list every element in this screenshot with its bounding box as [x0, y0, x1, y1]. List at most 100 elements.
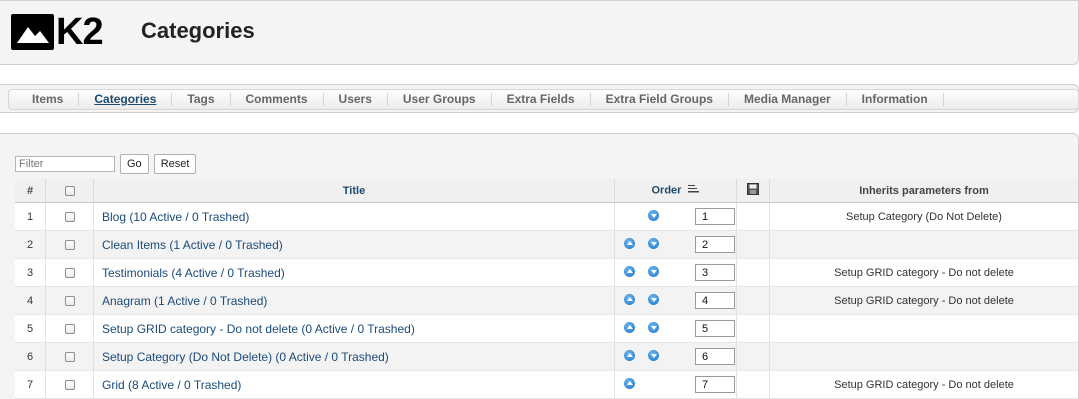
row-spacer	[737, 231, 770, 259]
row-checkbox[interactable]	[64, 239, 75, 250]
move-down-icon[interactable]	[648, 322, 659, 333]
header-save-order	[737, 179, 770, 203]
table-row: 2 Clean Items (1 Active / 0 Trashed)	[15, 231, 1078, 259]
order-input[interactable]	[695, 292, 735, 309]
tab-categories[interactable]: Categories	[79, 93, 173, 106]
row-spacer	[737, 259, 770, 287]
row-checkbox-cell	[46, 315, 94, 343]
row-title-cell: Anagram (1 Active / 0 Trashed)	[94, 287, 615, 315]
mountain-icon	[11, 14, 54, 50]
category-title-link[interactable]: Testimonials (4 Active / 0 Trashed)	[102, 266, 285, 280]
row-order-cell	[615, 203, 737, 231]
move-down-icon[interactable]	[648, 266, 659, 277]
row-checkbox[interactable]	[64, 351, 75, 362]
order-input[interactable]	[695, 376, 735, 393]
category-title-link[interactable]: Blog (10 Active / 0 Trashed)	[102, 210, 249, 224]
header-title[interactable]: Title	[94, 179, 615, 203]
tab-bar-container: Items Categories Tags Comments Users User Gro…	[0, 84, 1079, 113]
move-up-icon[interactable]	[624, 294, 635, 305]
row-order-cell	[615, 315, 737, 343]
table-row: 7 Grid (8 Active / 0 Trashed) Setup GRID c…	[15, 371, 1078, 399]
row-checkbox-cell	[46, 343, 94, 371]
filter-row: Go Reset	[15, 154, 197, 174]
tab-tags[interactable]: Tags	[172, 93, 231, 106]
row-title-cell: Grid (8 Active / 0 Trashed)	[94, 371, 615, 399]
row-number: 1	[15, 203, 46, 231]
move-up-icon[interactable]	[624, 238, 635, 249]
save-order-icon[interactable]	[747, 183, 759, 198]
move-down-icon[interactable]	[648, 294, 659, 305]
row-order-cell	[615, 371, 737, 399]
table-row: 1 Blog (10 Active / 0 Trashed) Setup Categ…	[15, 203, 1078, 231]
category-title-link[interactable]: Setup GRID category - Do not delete (0 A…	[102, 322, 415, 336]
row-checkbox-cell	[46, 231, 94, 259]
order-input[interactable]	[695, 236, 735, 253]
row-inherits: Setup GRID category - Do not delete	[770, 287, 1078, 315]
row-spacer	[737, 287, 770, 315]
move-up-icon[interactable]	[624, 378, 635, 389]
k2-logo[interactable]: K2	[11, 11, 111, 53]
order-input[interactable]	[695, 320, 735, 337]
tab-comments[interactable]: Comments	[231, 93, 324, 106]
row-title-cell: Clean Items (1 Active / 0 Trashed)	[94, 231, 615, 259]
table-row: 6 Setup Category (Do Not Delete) (0 Activ…	[15, 343, 1078, 371]
table-header-row: # Title Order Inherits parameters from	[15, 179, 1078, 203]
main-panel: Go Reset # Title Order	[0, 133, 1079, 399]
row-number: 4	[15, 287, 46, 315]
row-checkbox-cell	[46, 371, 94, 399]
select-all-checkbox[interactable]	[64, 185, 75, 196]
table-row: 5 Setup GRID category - Do not delete (0 …	[15, 315, 1078, 343]
tab-user-groups[interactable]: User Groups	[388, 93, 492, 106]
order-input[interactable]	[695, 348, 735, 365]
row-checkbox[interactable]	[64, 379, 75, 390]
row-number: 2	[15, 231, 46, 259]
row-title-cell: Blog (10 Active / 0 Trashed)	[94, 203, 615, 231]
tab-media-manager[interactable]: Media Manager	[729, 93, 847, 106]
tab-bar: Items Categories Tags Comments Users User Gro…	[8, 89, 1079, 110]
tab-items[interactable]: Items	[17, 93, 80, 106]
order-input[interactable]	[695, 264, 735, 281]
row-checkbox[interactable]	[64, 295, 75, 306]
row-inherits	[770, 315, 1078, 343]
row-checkbox[interactable]	[64, 211, 75, 222]
header-num: #	[15, 179, 46, 203]
row-checkbox[interactable]	[64, 267, 75, 278]
row-inherits: Setup Category (Do Not Delete)	[770, 203, 1078, 231]
category-title-link[interactable]: Grid (8 Active / 0 Trashed)	[102, 378, 241, 392]
row-inherits: Setup GRID category - Do not delete	[770, 259, 1078, 287]
header: K2 Categories	[0, 0, 1079, 65]
row-checkbox-cell	[46, 203, 94, 231]
tab-extra-fields[interactable]: Extra Fields	[492, 93, 591, 106]
header-order[interactable]: Order	[615, 179, 737, 203]
move-up-icon[interactable]	[624, 322, 635, 333]
row-title-cell: Testimonials (4 Active / 0 Trashed)	[94, 259, 615, 287]
row-checkbox-cell	[46, 287, 94, 315]
go-button[interactable]: Go	[120, 154, 149, 174]
order-input[interactable]	[695, 208, 735, 225]
sort-icon[interactable]	[687, 184, 700, 197]
tab-extra-field-groups[interactable]: Extra Field Groups	[591, 93, 729, 106]
row-number: 3	[15, 259, 46, 287]
move-up-icon[interactable]	[624, 350, 635, 361]
tab-information[interactable]: Information	[847, 93, 944, 106]
move-down-icon[interactable]	[648, 210, 659, 221]
row-title-cell: Setup GRID category - Do not delete (0 A…	[94, 315, 615, 343]
move-up-icon[interactable]	[624, 266, 635, 277]
filter-input[interactable]	[15, 156, 115, 172]
category-title-link[interactable]: Anagram (1 Active / 0 Trashed)	[102, 294, 267, 308]
tab-users[interactable]: Users	[324, 93, 388, 106]
move-down-icon[interactable]	[648, 238, 659, 249]
row-order-cell	[615, 343, 737, 371]
row-checkbox[interactable]	[64, 323, 75, 334]
table-row: 3 Testimonials (4 Active / 0 Trashed) Setu…	[15, 259, 1078, 287]
row-order-cell	[615, 287, 737, 315]
logo-text: K2	[56, 11, 104, 53]
category-title-link[interactable]: Clean Items (1 Active / 0 Trashed)	[102, 238, 283, 252]
row-spacer	[737, 343, 770, 371]
category-title-link[interactable]: Setup Category (Do Not Delete) (0 Active…	[102, 350, 389, 364]
order-label[interactable]: Order	[651, 184, 681, 196]
reset-button[interactable]: Reset	[153, 154, 197, 174]
move-down-icon[interactable]	[648, 350, 659, 361]
row-title-cell: Setup Category (Do Not Delete) (0 Active…	[94, 343, 615, 371]
page-title: Categories	[141, 18, 255, 43]
